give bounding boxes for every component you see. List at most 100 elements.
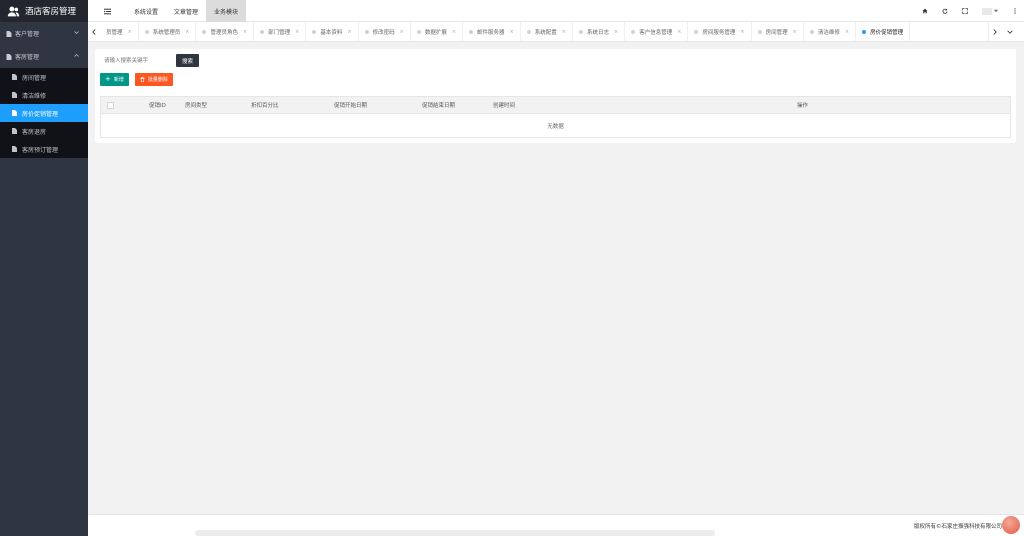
close-icon[interactable]: × [845, 29, 849, 35]
tab-item[interactable]: 系统日志 × [573, 22, 626, 41]
document-icon [12, 128, 17, 134]
home-icon[interactable] [922, 8, 928, 14]
copyright-text: 版权所有©石家庄振强科技有限公司 [913, 524, 1002, 530]
chevron-down-icon [74, 31, 79, 34]
tab-item[interactable]: 修改密码 × [359, 22, 411, 41]
sidebar-item-cleaning[interactable]: 清洁维修 [0, 86, 88, 104]
close-icon[interactable]: × [510, 29, 514, 35]
tab-item[interactable]: 客户信息管理 × [625, 22, 689, 41]
close-icon[interactable]: × [185, 29, 189, 35]
column-header[interactable]: 房间类型 [185, 97, 207, 113]
close-icon[interactable]: × [128, 29, 132, 35]
batch-delete-button[interactable]: 批量删除 [134, 73, 173, 86]
user-menu[interactable] [982, 7, 998, 15]
avatar [982, 7, 992, 15]
tab-label: 数据扩展 [424, 30, 447, 36]
tab-bar: 员管理 × 系统管理员 × 管理员角色 × 部门管理 × 基本资料 × 修改密码 × 数据扩展 × 邮件服务… [88, 22, 1024, 42]
tab-label: 系统配置 [534, 30, 557, 36]
tab-status-dot [809, 30, 814, 34]
floating-assistant-icon[interactable] [1002, 516, 1020, 534]
users-icon [7, 6, 20, 16]
sidebar-item-booking[interactable]: 客房预订管理 [0, 140, 88, 158]
menu-group-label: 客房管理 [15, 54, 40, 61]
tab-scroll-right[interactable] [988, 22, 1000, 41]
tab-item[interactable]: 房间管理 × [752, 22, 804, 41]
tab-status-dot [260, 30, 265, 34]
nav-system-settings[interactable]: 系统设置 [126, 0, 166, 22]
tab-item[interactable]: 员管理 × [100, 22, 139, 41]
nav-business-module[interactable]: 业务模块 [206, 0, 247, 22]
document-icon [12, 146, 17, 152]
select-all-checkbox[interactable] [107, 101, 114, 109]
chevron-right-icon [993, 29, 997, 35]
tab-item[interactable]: 数据扩展 × [411, 22, 464, 41]
more-vertical-icon[interactable] [1012, 8, 1018, 14]
tab-item[interactable]: 邮件服务器 × [463, 22, 521, 41]
close-icon[interactable]: × [614, 29, 618, 35]
batch-delete-label: 批量删除 [147, 77, 168, 83]
sidebar-item-label: 房间管理 [22, 74, 47, 82]
tab-item[interactable]: 系统管理员 × [139, 22, 197, 41]
sidebar: 酒店客房管理 客户管理 客房管理 房间管理 清洁维修 房价促销管理 客房退房 客… [0, 0, 88, 536]
document-icon [12, 110, 17, 116]
tab-status-dot [694, 30, 699, 34]
tab-label: 房间服务管理 [702, 30, 736, 36]
close-icon[interactable]: × [562, 29, 566, 35]
column-header[interactable]: 折扣百分比 [251, 97, 279, 113]
add-button[interactable]: + 新增 [100, 73, 129, 86]
sidebar-item-price-promotion[interactable]: 房价促销管理 [0, 104, 88, 122]
refresh-icon[interactable] [942, 8, 948, 14]
tab-item[interactable]: 房间服务管理 × [688, 22, 752, 41]
close-icon[interactable]: × [677, 29, 681, 35]
search-button[interactable]: 搜索 [176, 54, 199, 67]
tab-status-dot [578, 30, 583, 34]
tab-item[interactable]: 管理员角色 × [196, 22, 255, 41]
caret-down-icon [994, 9, 998, 13]
close-icon[interactable]: × [793, 29, 797, 35]
tab-item[interactable]: 系统配置 × [521, 22, 573, 41]
app-brand[interactable]: 酒店客房管理 [0, 0, 88, 22]
tab-item[interactable]: 基本资料 × [306, 22, 359, 41]
empty-state: 无数据 [101, 113, 1010, 137]
tab-label: 系统管理员 [152, 30, 181, 36]
column-header[interactable]: 促销开始日期 [334, 97, 367, 113]
tab-actions-dropdown[interactable] [1002, 22, 1018, 41]
table-header: 促销ID 房间类型 折扣百分比 促销开始日期 促销结束日期 创建时间 操作 [101, 97, 1010, 113]
document-icon [6, 53, 12, 60]
fullscreen-icon[interactable] [962, 8, 968, 14]
close-icon[interactable]: × [347, 29, 351, 35]
tab-item[interactable]: 部门管理 × [254, 22, 307, 41]
column-header[interactable]: 促销ID [149, 97, 166, 113]
sidebar-item-label: 客房退房 [22, 128, 47, 136]
sidebar-toggle-button[interactable] [88, 0, 126, 22]
tab-status-dot [202, 30, 207, 34]
search-input[interactable] [100, 54, 172, 67]
close-icon[interactable]: × [740, 29, 744, 35]
menu-group-customer[interactable]: 客户管理 [0, 22, 88, 45]
tab-scroll-left[interactable] [88, 22, 100, 41]
close-icon[interactable]: × [452, 29, 456, 35]
tab-item[interactable]: 房价促销管理 [856, 22, 911, 41]
top-header: 系统设置 文章管理 业务模块 [88, 0, 1024, 22]
column-header[interactable]: 创建时间 [493, 97, 515, 113]
column-header[interactable]: 操作 [797, 97, 808, 113]
close-icon[interactable]: × [295, 29, 299, 35]
close-icon[interactable]: × [243, 29, 247, 35]
tab-item[interactable]: 清洁维修 × [804, 22, 857, 41]
content-card: 搜索 + 新增 批量删除 促销ID 房间类型 折扣百分比 促销开始日期 促销结束… [95, 49, 1016, 143]
close-icon[interactable]: × [400, 29, 404, 35]
tab-label: 客户信息管理 [639, 30, 673, 36]
column-header[interactable]: 促销结束日期 [422, 97, 455, 113]
menu-group-rooms[interactable]: 客房管理 [0, 45, 88, 68]
sidebar-item-room-management[interactable]: 房间管理 [0, 68, 88, 86]
nav-article-management[interactable]: 文章管理 [166, 0, 206, 22]
tab-status-dot [526, 30, 531, 34]
chevron-down-icon [1007, 30, 1013, 34]
document-icon [12, 92, 17, 98]
tab-label: 部门管理 [268, 30, 291, 36]
sidebar-item-label: 客房预订管理 [22, 146, 59, 154]
tab-status-dot [364, 30, 369, 34]
tab-label: 房价促销管理 [870, 30, 904, 36]
sidebar-item-checkout[interactable]: 客房退房 [0, 122, 88, 140]
tab-label: 邮件服务器 [477, 30, 505, 36]
